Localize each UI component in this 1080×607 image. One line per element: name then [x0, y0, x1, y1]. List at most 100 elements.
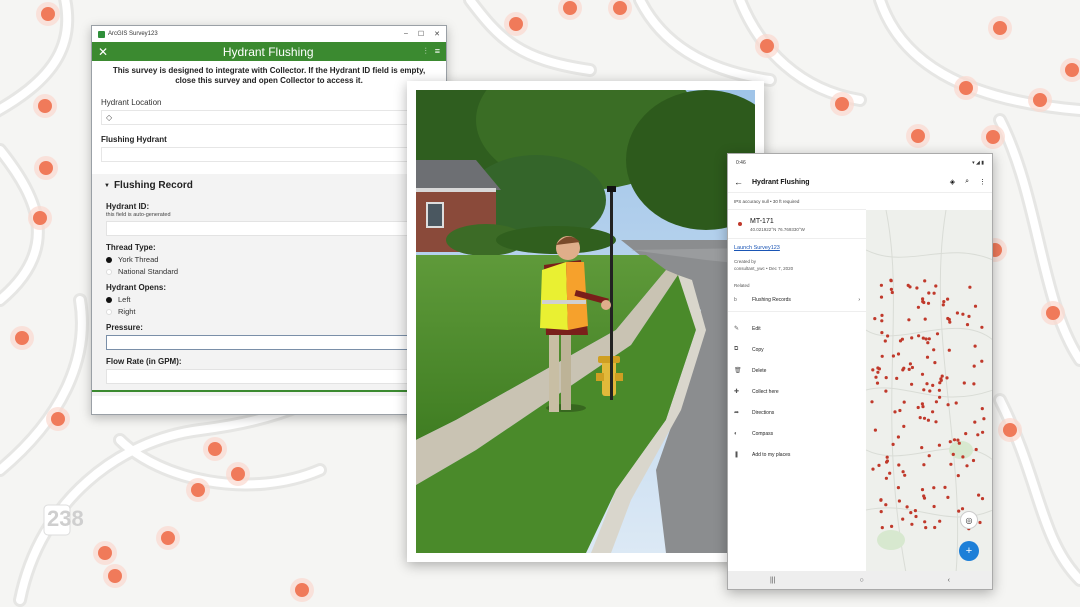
map-hydrant-point[interactable] — [879, 498, 883, 502]
add-feature-button[interactable]: + — [959, 541, 979, 561]
map-hydrant-point[interactable] — [920, 488, 925, 492]
map-hydrant-point[interactable] — [901, 517, 905, 521]
back-arrow-icon[interactable]: ← — [734, 177, 752, 187]
action-compass[interactable]: ◐ Compass — [728, 423, 866, 444]
map-hydrant-point[interactable] — [922, 463, 926, 467]
map-hydrant-point[interactable] — [945, 376, 949, 380]
map-hydrant-point[interactable] — [890, 524, 894, 528]
map-hydrant-point[interactable] — [873, 317, 877, 321]
window-close-icon[interactable]: ✕ — [434, 30, 440, 38]
flow-rate-input[interactable] — [106, 369, 446, 384]
map-hydrant-point[interactable] — [901, 470, 905, 474]
map-hydrant-point[interactable] — [972, 382, 976, 386]
map-hydrant-point[interactable] — [952, 438, 957, 442]
map-hydrant-point[interactable] — [923, 279, 927, 283]
map-hydrant-point[interactable] — [875, 381, 880, 385]
map-hydrant-point[interactable] — [907, 318, 911, 322]
map-hydrant-point[interactable] — [884, 476, 888, 480]
map-hydrant-point[interactable] — [949, 462, 953, 466]
map-hydrant-point[interactable] — [871, 467, 875, 471]
map-hydrant-point[interactable] — [897, 463, 901, 467]
flushing-record-header[interactable]: ▼ Flushing Record — [96, 176, 446, 195]
map-hydrant-point[interactable] — [890, 290, 894, 295]
map-hydrant-point[interactable] — [946, 495, 950, 499]
close-survey-icon[interactable]: ✕ — [98, 46, 112, 58]
gps-indicator-icon[interactable]: ⫶ — [424, 46, 426, 57]
map-hydrant-point[interactable] — [913, 509, 917, 513]
map-hydrant-point[interactable] — [948, 440, 952, 444]
map-hydrant-point[interactable] — [961, 455, 965, 459]
map-hydrant-point[interactable] — [914, 514, 918, 519]
overflow-menu-icon[interactable]: ⋮ — [979, 178, 986, 186]
launch-survey123-link[interactable]: Launch Survey123 — [728, 239, 866, 251]
map-hydrant-point[interactable] — [885, 459, 889, 463]
map-hydrant-point[interactable] — [925, 382, 929, 386]
map-hydrant-point[interactable] — [880, 354, 884, 358]
map-hydrant-point[interactable] — [916, 405, 920, 410]
map-hydrant-point[interactable] — [957, 509, 961, 513]
menu-icon[interactable]: ≡ — [435, 46, 440, 57]
map-hydrant-point[interactable] — [870, 400, 874, 404]
map-hydrant-point[interactable] — [948, 320, 952, 324]
map-hydrant-point[interactable] — [880, 331, 884, 335]
action-add-to-places[interactable]: ❚ Add to my places — [728, 444, 866, 465]
hydrant-location-field[interactable]: ◇ — [101, 110, 437, 125]
map-hydrant-point[interactable] — [960, 507, 965, 511]
recent-apps-icon[interactable]: ||| — [770, 577, 775, 584]
map-hydrant-point[interactable] — [939, 377, 943, 381]
map-hydrant-point[interactable] — [968, 285, 972, 289]
map-hydrant-point[interactable] — [938, 395, 942, 399]
map-hydrant-point[interactable] — [961, 312, 965, 316]
radio-selected-icon[interactable] — [106, 296, 112, 303]
map-hydrant-point[interactable] — [898, 339, 903, 343]
map-hydrant-point[interactable] — [934, 284, 938, 288]
map-hydrant-point[interactable] — [897, 499, 901, 503]
map-hydrant-point[interactable] — [879, 283, 883, 287]
map-hydrant-point[interactable] — [922, 388, 926, 392]
map-hydrant-point[interactable] — [871, 368, 875, 372]
map-hydrant-point[interactable] — [932, 348, 936, 352]
feature-summary[interactable]: MT-171 40.021922°N 76.769330°W — [728, 210, 866, 232]
map-hydrant-point[interactable] — [926, 301, 931, 305]
map-hydrant-point[interactable] — [920, 402, 924, 406]
map-hydrant-point[interactable] — [965, 464, 969, 468]
action-collect-here[interactable]: ✚ Collect here — [728, 381, 866, 402]
map-hydrant-point[interactable] — [937, 443, 941, 447]
map-hydrant-point[interactable] — [888, 471, 892, 475]
map-hydrant-point[interactable] — [884, 389, 888, 393]
map-hydrant-point[interactable] — [922, 416, 927, 420]
map-hydrant-point[interactable] — [956, 474, 960, 478]
map-hydrant-point[interactable] — [908, 285, 912, 289]
map-hydrant-point[interactable] — [926, 341, 930, 345]
map-hydrant-point[interactable] — [946, 297, 950, 301]
radio-york-thread[interactable]: York Thread — [96, 255, 446, 264]
nav-back-icon[interactable]: ‹ — [948, 577, 950, 584]
map-hydrant-point[interactable] — [880, 319, 884, 323]
map-hydrant-point[interactable] — [910, 365, 914, 370]
map-hydrant-point[interactable] — [931, 410, 935, 414]
map-hydrant-point[interactable] — [907, 367, 911, 371]
map-hydrant-point[interactable] — [976, 433, 980, 437]
map-hydrant-point[interactable] — [922, 494, 926, 498]
map-hydrant-point[interactable] — [980, 325, 984, 329]
map-hydrant-point[interactable] — [910, 522, 914, 526]
map-hydrant-point[interactable] — [946, 316, 950, 321]
map-hydrant-point[interactable] — [933, 361, 937, 365]
related-flushing-records[interactable]: b Flushing Records › — [728, 288, 866, 312]
map-hydrant-point[interactable] — [918, 416, 922, 420]
map-hydrant-point[interactable] — [883, 339, 887, 343]
radio-unselected-icon[interactable] — [106, 268, 112, 275]
map-hydrant-point[interactable] — [924, 337, 928, 341]
map-hydrant-point[interactable] — [927, 454, 931, 458]
map-hydrant-point[interactable] — [932, 291, 936, 295]
map-hydrant-point[interactable] — [873, 428, 877, 432]
map-hydrant-point[interactable] — [884, 503, 888, 507]
map-hydrant-point[interactable] — [980, 497, 985, 501]
map-hydrant-point[interactable] — [925, 355, 930, 359]
map-hydrant-point[interactable] — [947, 348, 951, 352]
flushing-hydrant-field[interactable] — [101, 147, 437, 162]
map-hydrant-point[interactable] — [898, 408, 902, 413]
map-hydrant-point[interactable] — [924, 526, 928, 530]
map-hydrant-point[interactable] — [938, 519, 942, 523]
map-hydrant-point[interactable] — [943, 485, 947, 489]
